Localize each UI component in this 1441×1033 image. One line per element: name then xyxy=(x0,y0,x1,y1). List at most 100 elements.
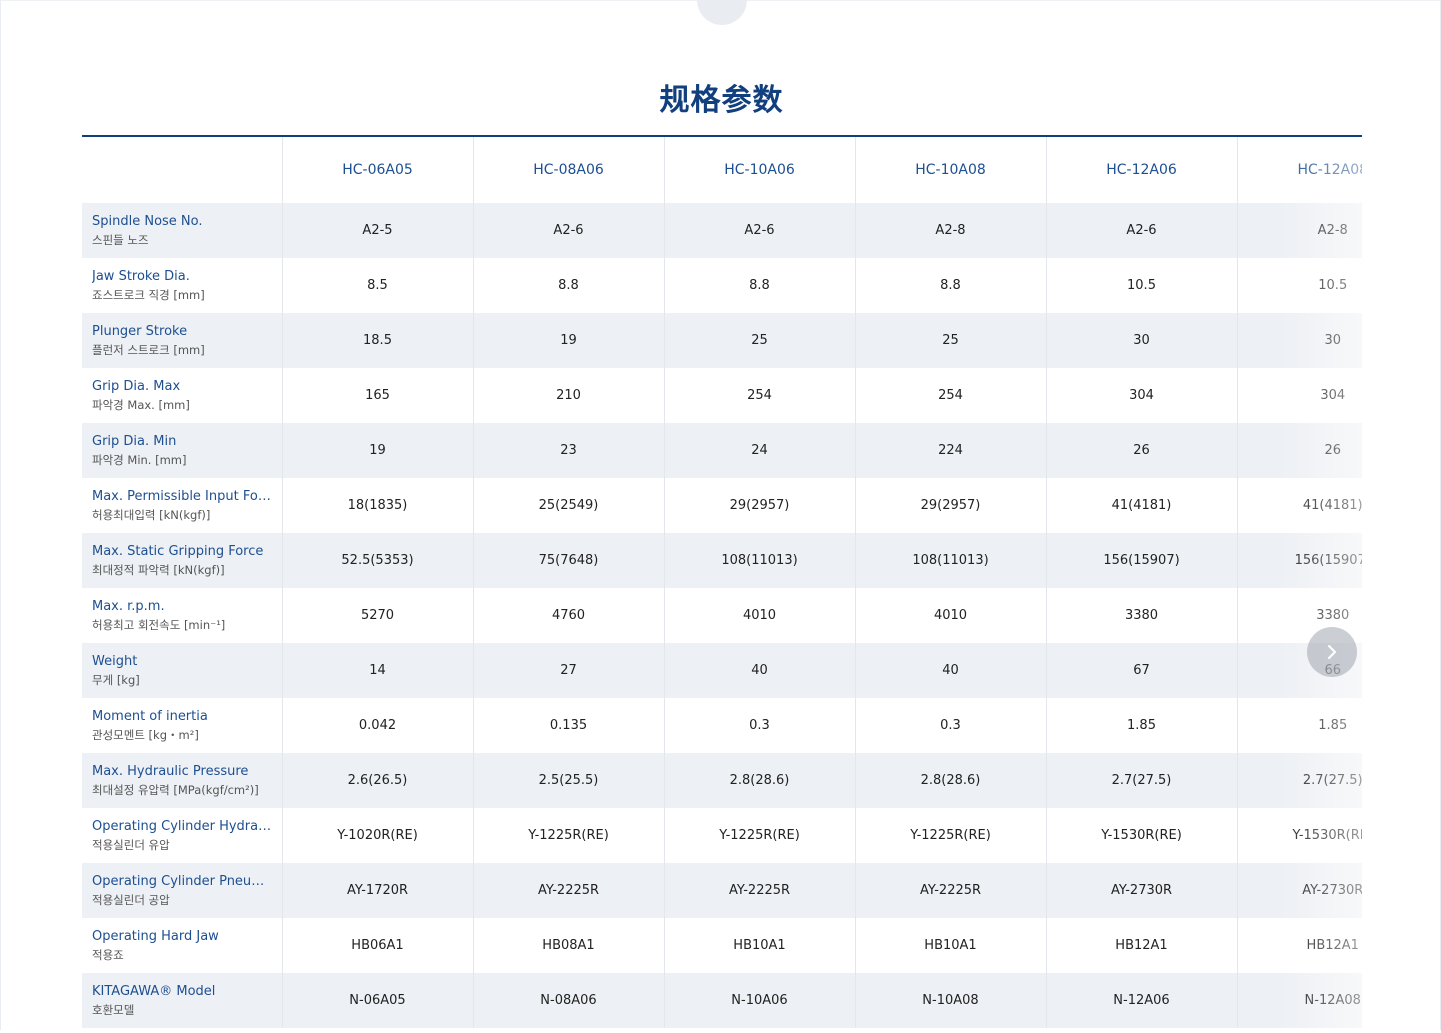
spec-value-cell: 27 xyxy=(472,643,664,698)
row-label: KITAGAWA® Model 호환모델 xyxy=(82,973,282,1028)
spec-value-cell: Y-1225R(RE) xyxy=(663,808,855,863)
spec-value-cell: AY-1720R xyxy=(281,863,473,918)
spec-value-cell: 108(11013) xyxy=(854,533,1046,588)
table-row: Plunger Stroke 플런저 스트로크 [mm] 18.5 19 25 25 30 3… xyxy=(82,313,1362,368)
spec-value-cell: AY-2225R xyxy=(663,863,855,918)
row-label-ko: 적용실린더 유압 xyxy=(92,837,170,852)
spec-value-cell: 2.7(27.5) xyxy=(1045,753,1237,808)
spec-value-cell: A2-6 xyxy=(1045,203,1237,258)
spec-value-cell: AY-2225R xyxy=(854,863,1046,918)
table-row: Spindle Nose No. 스핀들 노즈 A2-5 A2-6 A2-6 A2-8 A2… xyxy=(82,203,1362,258)
spec-value-cell: HB10A1 xyxy=(663,918,855,973)
spec-value-cell: 19 xyxy=(472,313,664,368)
row-label: Operating Hard Jaw 적용죠 xyxy=(82,918,282,973)
row-label-ko: 무게 [kg] xyxy=(92,672,140,687)
spec-value-cell: 210 xyxy=(472,368,664,423)
spec-value-cell: 156(15907) xyxy=(1236,533,1362,588)
row-label: Jaw Stroke Dia. 죠스트로크 직경 [mm] xyxy=(82,258,282,313)
spec-value-cell: 5270 xyxy=(281,588,473,643)
spec-value-cell: 40 xyxy=(663,643,855,698)
spec-value-cell: 4010 xyxy=(663,588,855,643)
row-label-ko: 스핀들 노즈 xyxy=(92,232,149,247)
spec-value-cell: 29(2957) xyxy=(854,478,1046,533)
spec-value-cell: N-10A08 xyxy=(854,973,1046,1028)
spec-value-cell: A2-6 xyxy=(472,203,664,258)
spec-value-cell: 10.5 xyxy=(1045,258,1237,313)
table-row: Grip Dia. Min 파악경 Min. [mm] 19 23 24 224 26 26 xyxy=(82,423,1362,478)
table-row: Operating Cylinder Pneum… 적용실린더 공압 AY-1720… xyxy=(82,863,1362,918)
spec-value-cell: 24 xyxy=(663,423,855,478)
row-label-ko: 플런저 스트로크 [mm] xyxy=(92,342,205,357)
table-row: Moment of inertia 관성모멘트 [kg・m²] 0.042 0.135… xyxy=(82,698,1362,753)
spec-value-cell: Y-1225R(RE) xyxy=(472,808,664,863)
spec-value-cell: 19 xyxy=(281,423,473,478)
spec-value-cell: 8.8 xyxy=(854,258,1046,313)
header-corner xyxy=(82,137,282,203)
spec-value-cell: 224 xyxy=(854,423,1046,478)
spec-value-cell: Y-1225R(RE) xyxy=(854,808,1046,863)
section-title: 规格参数 xyxy=(659,83,784,118)
row-label-en: Weight xyxy=(92,653,138,669)
spec-value-cell: Y-1020R(RE) xyxy=(281,808,473,863)
table-row: Max. Permissible Input Force 허용최대입력 [kN(k… xyxy=(82,478,1362,533)
table-row: Grip Dia. Max 파악경 Max. [mm] 165 210 254 254 30… xyxy=(82,368,1362,423)
spec-value-cell: 2.7(27.5) xyxy=(1236,753,1362,808)
spec-value-cell: 75(7648) xyxy=(472,533,664,588)
spec-value-cell: 1.85 xyxy=(1045,698,1237,753)
table-header-row: HC-06A05 HC-08A06 HC-10A06 HC-10A08 HC-1… xyxy=(82,137,1362,203)
spec-value-cell: 29(2957) xyxy=(663,478,855,533)
spec-value-cell: 2.5(25.5) xyxy=(472,753,664,808)
spec-value-cell: A2-8 xyxy=(854,203,1046,258)
model-header: HC-06A05 xyxy=(281,137,473,203)
spec-value-cell: 25(2549) xyxy=(472,478,664,533)
spec-value-cell: HB12A1 xyxy=(1045,918,1237,973)
spec-value-cell: AY-2730R xyxy=(1236,863,1362,918)
spec-value-cell: 25 xyxy=(663,313,855,368)
model-header: HC-12A08 xyxy=(1236,137,1362,203)
spec-value-cell: 52.5(5353) xyxy=(281,533,473,588)
spec-value-cell: A2-8 xyxy=(1236,203,1362,258)
spec-value-cell: 304 xyxy=(1045,368,1237,423)
spec-value-cell: 4760 xyxy=(472,588,664,643)
row-label: Grip Dia. Min 파악경 Min. [mm] xyxy=(82,423,282,478)
spec-value-cell: 26 xyxy=(1045,423,1237,478)
model-header: HC-12A06 xyxy=(1045,137,1237,203)
spec-value-cell: 18(1835) xyxy=(281,478,473,533)
row-label-ko: 적용실린더 공압 xyxy=(92,892,170,907)
row-label-en: Max. Hydraulic Pressure xyxy=(92,763,249,779)
spec-table-container[interactable]: HC-06A05 HC-08A06 HC-10A06 HC-10A08 HC-1… xyxy=(82,135,1362,1033)
row-label-ko: 허용최고 회전속도 [min⁻¹] xyxy=(92,617,226,632)
model-header: HC-10A08 xyxy=(854,137,1046,203)
spec-value-cell: HB12A1 xyxy=(1236,918,1362,973)
row-label-en: Spindle Nose No. xyxy=(92,213,203,229)
next-column-button[interactable] xyxy=(1307,627,1357,677)
spec-value-cell: HB08A1 xyxy=(472,918,664,973)
spec-value-cell: N-10A06 xyxy=(663,973,855,1028)
spec-value-cell: N-12A06 xyxy=(1045,973,1237,1028)
spec-value-cell: 4010 xyxy=(854,588,1046,643)
spec-value-cell: 3380 xyxy=(1045,588,1237,643)
spec-value-cell: 10.5 xyxy=(1236,258,1362,313)
spec-value-cell: 2.8(28.6) xyxy=(854,753,1046,808)
row-label-ko: 관성모멘트 [kg・m²] xyxy=(92,727,199,742)
row-label-en: Max. Permissible Input Force xyxy=(92,488,274,504)
spec-value-cell: 254 xyxy=(854,368,1046,423)
spec-value-cell: A2-5 xyxy=(281,203,473,258)
spec-value-cell: 156(15907) xyxy=(1045,533,1237,588)
table-row: Max. r.p.m. 허용최고 회전속도 [min⁻¹] 5270 4760 4010… xyxy=(82,588,1362,643)
spec-value-cell: 108(11013) xyxy=(663,533,855,588)
row-label-en: Moment of inertia xyxy=(92,708,208,724)
row-label-ko: 최대정적 파악력 [kN(kgf)] xyxy=(92,562,225,577)
row-label-en: Plunger Stroke xyxy=(92,323,188,339)
row-label: Moment of inertia 관성모멘트 [kg・m²] xyxy=(82,698,282,753)
model-header: HC-08A06 xyxy=(472,137,664,203)
row-label-ko: 허용최대입력 [kN(kgf)] xyxy=(92,507,211,522)
spec-value-cell: 8.8 xyxy=(472,258,664,313)
spec-value-cell: Y-1530R(RE) xyxy=(1236,808,1362,863)
row-label-en: Grip Dia. Min xyxy=(92,433,177,449)
spec-value-cell: 2.8(28.6) xyxy=(663,753,855,808)
spec-value-cell: 8.8 xyxy=(663,258,855,313)
row-label-ko: 죠스트로크 직경 [mm] xyxy=(92,287,205,302)
table-row: KITAGAWA® Model 호환모델 N-06A05 N-08A06 N-10A06… xyxy=(82,973,1362,1028)
row-label-en: Operating Cylinder Hydraulic xyxy=(92,818,274,834)
